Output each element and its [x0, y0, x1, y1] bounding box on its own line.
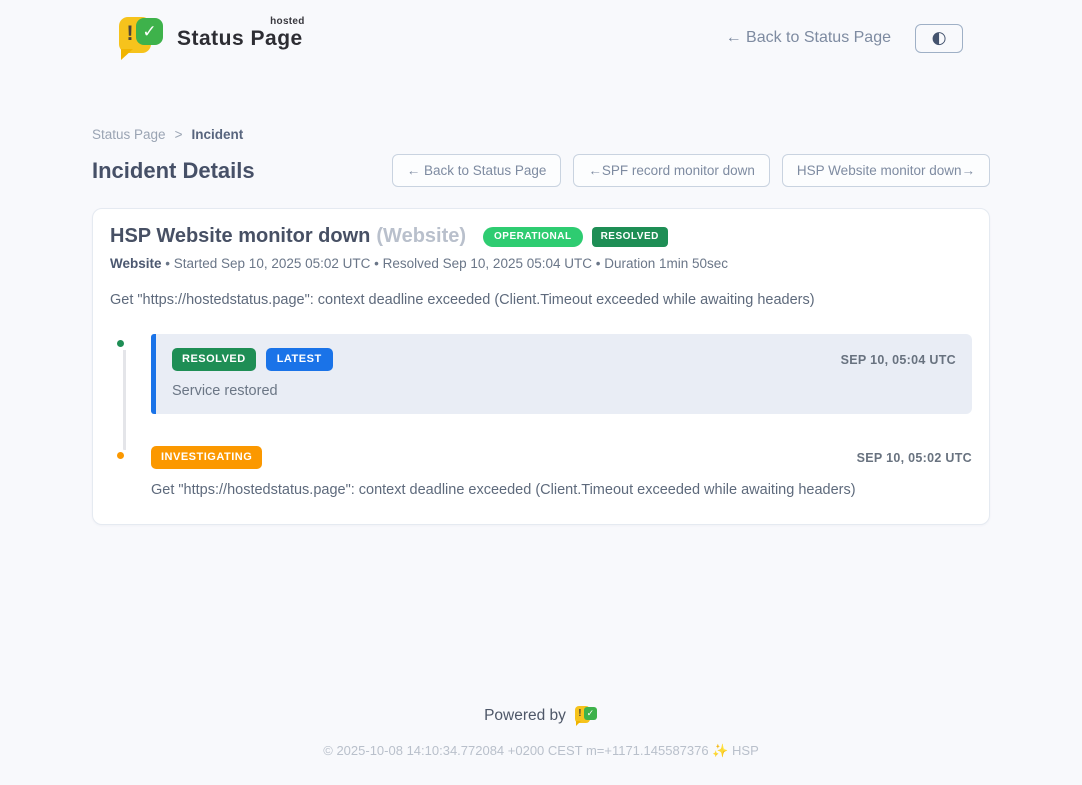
timeline-row: RESOLVED LATEST SEP 10, 05:04 UTC	[172, 348, 956, 371]
logo-brand-label: Status Page	[177, 27, 303, 50]
logo-bubble-tail	[121, 49, 133, 60]
timeline-highlight-box: RESOLVED LATEST SEP 10, 05:04 UTC Servic…	[151, 334, 972, 414]
resolved-status-badge: RESOLVED	[172, 348, 256, 371]
breadcrumb-separator: >	[175, 127, 183, 142]
investigating-status-badge: INVESTIGATING	[151, 446, 262, 469]
back-to-status-link[interactable]: ← Back to Status Page	[726, 29, 891, 47]
breadcrumb-incident: Incident	[191, 127, 243, 142]
operational-badge: OPERATIONAL	[483, 227, 583, 247]
logo-hosted-label: hosted	[270, 16, 305, 27]
timeline-item-resolved: RESOLVED LATEST SEP 10, 05:04 UTC Servic…	[110, 334, 972, 414]
incident-nav-buttons: ← Back to Status Page ←SPF record monito…	[392, 154, 990, 187]
incident-description: Get "https://hostedstatus.page": context…	[110, 292, 972, 308]
exclamation-icon: !	[125, 23, 135, 44]
powered-by-label: Powered by	[484, 707, 566, 725]
incident-meta-details: • Started Sep 10, 2025 05:02 UTC • Resol…	[165, 256, 728, 271]
incident-scope: (Website)	[376, 225, 466, 248]
logo-icon: ! ✓	[119, 15, 165, 61]
logo-bubble-tail	[576, 721, 581, 726]
incident-title: HSP Website monitor down	[110, 225, 370, 248]
footer-logo-icon[interactable]: ! ✓	[575, 705, 598, 726]
next-incident-button[interactable]: HSP Website monitor down→	[782, 154, 990, 187]
timeline-row: INVESTIGATING SEP 10, 05:02 UTC	[151, 446, 972, 469]
incident-timeline: RESOLVED LATEST SEP 10, 05:04 UTC Servic…	[110, 334, 972, 498]
timeline-item-investigating: INVESTIGATING SEP 10, 05:02 UTC Get "htt…	[110, 446, 972, 498]
timeline-timestamp: SEP 10, 05:04 UTC	[841, 353, 956, 367]
breadcrumb-status-page[interactable]: Status Page	[92, 127, 166, 142]
checkmark-icon: ✓	[136, 18, 163, 45]
main-content: Status Page > Incident Incident Details …	[92, 127, 990, 525]
timeline-dot-green	[114, 337, 127, 350]
header-inner: ! ✓ hosted Status Page ← Back to Status …	[119, 15, 963, 61]
breadcrumb: Status Page > Incident	[92, 127, 990, 142]
incident-title-row: HSP Website monitor down (Website) OPERA…	[110, 225, 972, 248]
resolved-badge: RESOLVED	[592, 227, 668, 247]
timeline-message: Service restored	[172, 383, 956, 399]
timeline-dot-orange	[114, 449, 127, 462]
powered-by: Powered by ! ✓	[0, 705, 1082, 726]
timeline-message: Get "https://hostedstatus.page": context…	[151, 482, 972, 498]
latest-badge: LATEST	[266, 348, 333, 371]
prev-incident-button[interactable]: ←SPF record monitor down	[573, 154, 770, 187]
page-title: Incident Details	[92, 158, 255, 184]
incident-meta: Website • Started Sep 10, 2025 05:02 UTC…	[110, 256, 972, 271]
contrast-icon: ◐	[932, 30, 947, 47]
copyright-text: © 2025-10-08 14:10:34.772084 +0200 CEST …	[0, 743, 1082, 759]
logo[interactable]: ! ✓ hosted Status Page	[119, 15, 303, 61]
exclamation-icon: !	[577, 709, 583, 719]
back-to-status-page-button[interactable]: ← Back to Status Page	[392, 154, 562, 187]
title-row: Incident Details ← Back to Status Page ←…	[92, 154, 990, 187]
header: ! ✓ hosted Status Page ← Back to Status …	[0, 0, 1082, 75]
footer: Powered by ! ✓ © 2025-10-08 14:10:34.772…	[0, 705, 1082, 785]
timeline-plain-entry: INVESTIGATING SEP 10, 05:02 UTC Get "htt…	[151, 446, 972, 498]
theme-toggle-button[interactable]: ◐	[915, 24, 963, 53]
checkmark-icon: ✓	[584, 707, 597, 720]
incident-service-name: Website	[110, 256, 162, 271]
logo-text: hosted Status Page	[177, 15, 303, 51]
timeline-timestamp: SEP 10, 05:02 UTC	[857, 451, 972, 465]
incident-card: HSP Website monitor down (Website) OPERA…	[92, 208, 990, 525]
timeline-badges: RESOLVED LATEST	[172, 348, 333, 371]
header-right: ← Back to Status Page ◐	[726, 24, 963, 53]
